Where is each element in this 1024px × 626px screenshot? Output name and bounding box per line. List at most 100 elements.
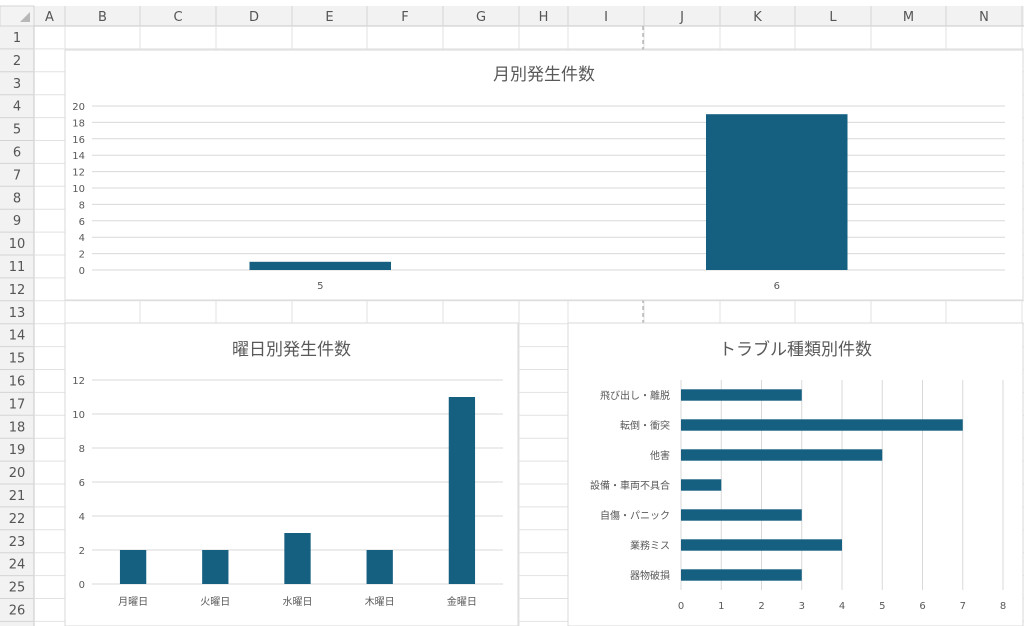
column-header-H[interactable]: H — [539, 10, 549, 25]
bar[interactable] — [119, 550, 147, 584]
row-header-14[interactable]: 14 — [9, 329, 26, 344]
row-header-22[interactable]: 22 — [9, 512, 26, 527]
y-tick-label: 10 — [72, 184, 85, 195]
bar[interactable] — [681, 419, 963, 431]
category-label: 業務ミス — [630, 539, 670, 552]
row-header-25[interactable]: 25 — [9, 581, 26, 596]
bar[interactable] — [284, 533, 311, 584]
row-header-24[interactable]: 24 — [9, 558, 26, 573]
chart-3[interactable]: トラブル種類別件数 0 1 2 3 4 5 6 7 8 飛び出し・離脱転倒・衝突他害設備・車両不具合… — [567, 322, 1024, 626]
bar[interactable] — [681, 539, 842, 551]
column-header-bar: A B C D E F G H I J K L M N — [34, 6, 1024, 27]
row-header-1[interactable]: 1 — [13, 31, 21, 46]
bar[interactable] — [681, 449, 883, 461]
category-label: 5 — [317, 281, 323, 292]
column-header-C[interactable]: C — [173, 10, 182, 25]
chart-2[interactable]: 曜日別発生件数 0 2 4 6 8 10 12 月曜日 火曜日 水曜日 木曜日 金曜日 — [64, 322, 519, 626]
category-label: 他害 — [650, 449, 670, 462]
row-header-16[interactable]: 16 — [9, 375, 26, 390]
x-tick-label: 4 — [839, 601, 845, 612]
chart-title: 月別発生件数 — [493, 65, 595, 85]
column-header-L[interactable]: L — [829, 10, 837, 25]
y-tick-label: 8 — [79, 200, 85, 211]
row-header-10[interactable]: 10 — [9, 237, 26, 252]
y-tick-label: 0 — [79, 266, 85, 277]
y-tick-label: 14 — [72, 151, 85, 162]
x-tick-label: 5 — [879, 601, 885, 612]
bar[interactable] — [249, 261, 392, 270]
y-tick-label: 16 — [72, 135, 85, 146]
row-header-21[interactable]: 21 — [9, 489, 26, 504]
column-header-G[interactable]: G — [476, 10, 486, 25]
bar[interactable] — [448, 397, 476, 584]
y-tick-label: 2 — [79, 546, 85, 557]
column-header-B[interactable]: B — [98, 10, 107, 25]
row-header-3[interactable]: 3 — [13, 77, 21, 92]
row-header-8[interactable]: 8 — [13, 191, 21, 206]
y-tick-label: 10 — [72, 410, 85, 421]
category-label: 自傷・パニック — [600, 509, 670, 522]
row-header-26[interactable]: 26 — [9, 604, 26, 619]
column-header-J[interactable]: J — [679, 10, 684, 25]
y-tick-label: 2 — [79, 250, 85, 261]
category-label: 6 — [774, 281, 780, 292]
y-tick-label: 0 — [79, 580, 85, 591]
column-header-E[interactable]: E — [325, 10, 333, 25]
row-header-7[interactable]: 7 — [13, 168, 21, 183]
chart-title: トラブル種類別件数 — [719, 339, 872, 360]
category-label: 金曜日 — [447, 595, 477, 608]
y-tick-label: 8 — [79, 444, 85, 455]
spreadsheet-canvas: ABCDEFGHIJKLMN 1234567891011121314151617… — [0, 0, 1024, 626]
category-label: 設備・車両不具合 — [590, 479, 670, 492]
row-header-18[interactable]: 18 — [9, 420, 26, 435]
row-header-2[interactable]: 2 — [13, 54, 21, 69]
column-header-K[interactable]: K — [753, 10, 762, 25]
x-tick-label: 2 — [758, 601, 764, 612]
column-header-D[interactable]: D — [249, 10, 259, 25]
column-header-F[interactable]: F — [401, 10, 408, 25]
row-header-bar: 1234567891011121314151617181920212223242… — [0, 26, 35, 626]
bar[interactable] — [681, 569, 802, 581]
bar[interactable] — [681, 389, 802, 401]
row-header-11[interactable]: 11 — [9, 260, 26, 275]
row-header-20[interactable]: 20 — [9, 466, 26, 481]
chart-area[interactable] — [64, 49, 1024, 301]
chart-1[interactable]: 月別発生件数 0 2 4 6 8 10 12 14 16 18 20 5 6 — [64, 49, 1024, 301]
row-header-6[interactable]: 6 — [13, 146, 21, 161]
x-tick-label: 0 — [678, 601, 684, 612]
y-tick-label: 12 — [72, 168, 85, 179]
category-label: 水曜日 — [283, 596, 313, 608]
bar[interactable] — [681, 479, 722, 491]
row-header-9[interactable]: 9 — [13, 214, 21, 229]
y-tick-label: 20 — [72, 102, 85, 113]
y-tick-label: 4 — [79, 512, 85, 523]
category-label: 飛び出し・離脱 — [600, 389, 670, 402]
row-header-15[interactable]: 15 — [9, 352, 26, 367]
column-header-A[interactable]: A — [45, 10, 54, 25]
x-tick-label: 6 — [919, 601, 925, 612]
bar[interactable] — [681, 509, 802, 521]
column-header-N[interactable]: N — [979, 10, 989, 25]
bar[interactable] — [705, 114, 848, 270]
y-tick-label: 18 — [72, 118, 85, 129]
row-header-12[interactable]: 12 — [9, 283, 26, 298]
category-label: 月曜日 — [118, 596, 148, 608]
x-tick-label: 1 — [718, 601, 724, 612]
row-header-23[interactable]: 23 — [9, 535, 26, 550]
category-label: 器物破損 — [630, 569, 670, 582]
row-header-17[interactable]: 17 — [9, 397, 26, 412]
column-header-I[interactable]: I — [604, 10, 608, 25]
row-header-19[interactable]: 19 — [9, 443, 26, 458]
row-header-4[interactable]: 4 — [13, 100, 21, 115]
y-tick-label: 12 — [72, 376, 85, 387]
y-tick-label: 6 — [79, 478, 85, 489]
bar[interactable] — [366, 550, 393, 584]
category-label: 火曜日 — [200, 596, 230, 608]
category-label: 転倒・衝突 — [620, 419, 670, 432]
x-tick-label: 3 — [799, 601, 805, 612]
y-tick-label: 6 — [79, 217, 85, 228]
row-header-13[interactable]: 13 — [9, 306, 26, 321]
row-header-5[interactable]: 5 — [13, 123, 21, 138]
column-header-M[interactable]: M — [903, 10, 914, 25]
bar[interactable] — [202, 550, 229, 584]
